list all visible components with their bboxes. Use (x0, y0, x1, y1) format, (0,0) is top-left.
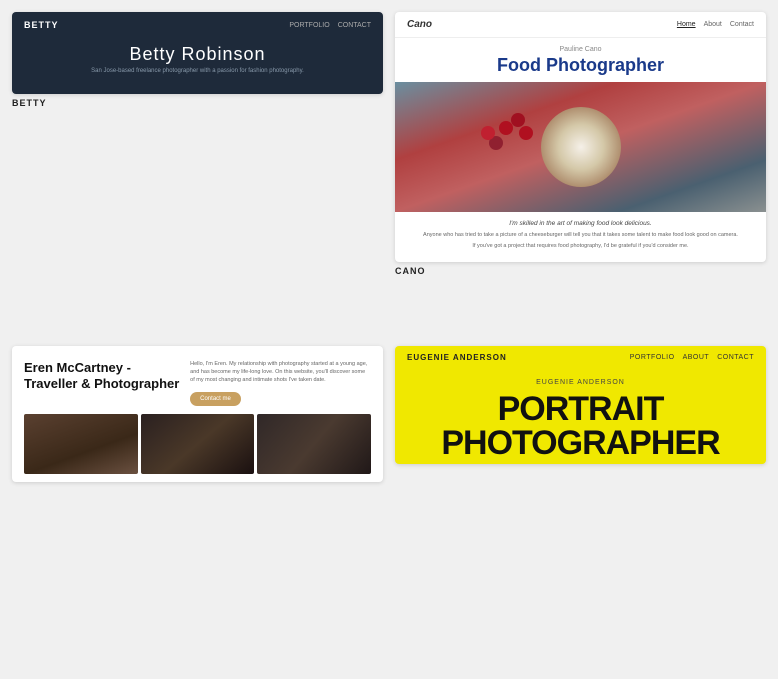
betty-subtitle: San Jose-based freelance photographer wi… (12, 67, 383, 84)
cano-logo: Cano (407, 19, 432, 30)
betty-nav-portfolio[interactable]: PORTFOLIO (289, 22, 329, 29)
portrait-header: EUGENIE ANDERSON PORTFOLIO ABOUT CONTACT (395, 346, 766, 369)
betty-photos: Tom Ford, Autumn Collection Monica Fieg,… (12, 84, 383, 94)
portrait-title-line1: PORTRAIT (405, 392, 756, 426)
portrait-title: PORTRAIT PHOTOGRAPHER (395, 388, 766, 464)
betty-header: BETTY PORTFOLIO CONTACT (12, 12, 383, 38)
eren-left: Eren McCartney - Traveller & Photographe… (24, 360, 180, 407)
eren-photo-3 (257, 414, 371, 474)
portrait-nav-portfolio[interactable]: PORTFOLIO (630, 354, 675, 361)
cano-berries (499, 121, 513, 135)
cano-nav-contact[interactable]: Contact (730, 21, 754, 28)
betty-nav: PORTFOLIO CONTACT (289, 22, 371, 29)
cano-hero-image (395, 82, 766, 212)
cano-card-label: CANO (395, 262, 766, 280)
cano-author: Pauline Cano (395, 38, 766, 55)
eren-title: Eren McCartney - Traveller & Photographe… (24, 360, 180, 394)
main-grid: BETTY PORTFOLIO CONTACT Betty Robinson S… (0, 0, 778, 679)
betty-logo: BETTY (24, 20, 59, 30)
portrait-card: EUGENIE ANDERSON PORTFOLIO ABOUT CONTACT… (395, 346, 766, 464)
portrait-wrapper: EUGENIE ANDERSON PORTFOLIO ABOUT CONTACT… (395, 346, 766, 668)
portrait-card-label (395, 464, 766, 472)
cano-nav-home[interactable]: Home (677, 21, 696, 28)
cano-desc-main: I'm skilled in the art of making food lo… (415, 220, 746, 227)
betty-card-label: BETTY (12, 94, 383, 112)
cano-header: Cano Home About Contact (395, 12, 766, 38)
eren-wrapper: Eren McCartney - Traveller & Photographe… (12, 346, 383, 668)
cano-desc-body2: If you've got a project that requires fo… (415, 242, 746, 250)
betty-card: BETTY PORTFOLIO CONTACT Betty Robinson S… (12, 12, 383, 94)
cano-food-bowl (541, 107, 621, 187)
portrait-nav-contact[interactable]: CONTACT (717, 354, 754, 361)
eren-right: Hello, I'm Eren. My relationship with ph… (190, 360, 371, 407)
betty-title: Betty Robinson (12, 38, 383, 67)
eren-photos (12, 414, 383, 482)
eren-content: Eren McCartney - Traveller & Photographe… (12, 346, 383, 415)
cano-description: I'm skilled in the art of making food lo… (395, 212, 766, 262)
eren-card: Eren McCartney - Traveller & Photographe… (12, 346, 383, 483)
eren-desc: Hello, I'm Eren. My relationship with ph… (190, 360, 371, 385)
betty-nav-contact[interactable]: CONTACT (338, 22, 371, 29)
cano-title: Food Photographer (395, 55, 766, 82)
portrait-nav: PORTFOLIO ABOUT CONTACT (630, 354, 754, 361)
eren-contact-button[interactable]: Contact me (190, 392, 241, 406)
betty-wrapper: BETTY PORTFOLIO CONTACT Betty Robinson S… (12, 12, 383, 334)
portrait-nav-about[interactable]: ABOUT (683, 354, 710, 361)
cano-nav: Home About Contact (677, 21, 754, 28)
cano-nav-about[interactable]: About (704, 21, 722, 28)
eren-photo-2 (141, 414, 255, 474)
cano-desc-body1: Anyone who has tried to take a picture o… (415, 231, 746, 239)
portrait-author: EUGENIE ANDERSON (395, 369, 766, 388)
eren-card-label (12, 482, 383, 490)
portrait-logo: EUGENIE ANDERSON (407, 353, 507, 362)
eren-photo-1 (24, 414, 138, 474)
cano-wrapper: Cano Home About Contact Pauline Cano Foo… (395, 12, 766, 334)
portrait-title-line2: PHOTOGRAPHER (405, 426, 756, 460)
cano-card: Cano Home About Contact Pauline Cano Foo… (395, 12, 766, 262)
